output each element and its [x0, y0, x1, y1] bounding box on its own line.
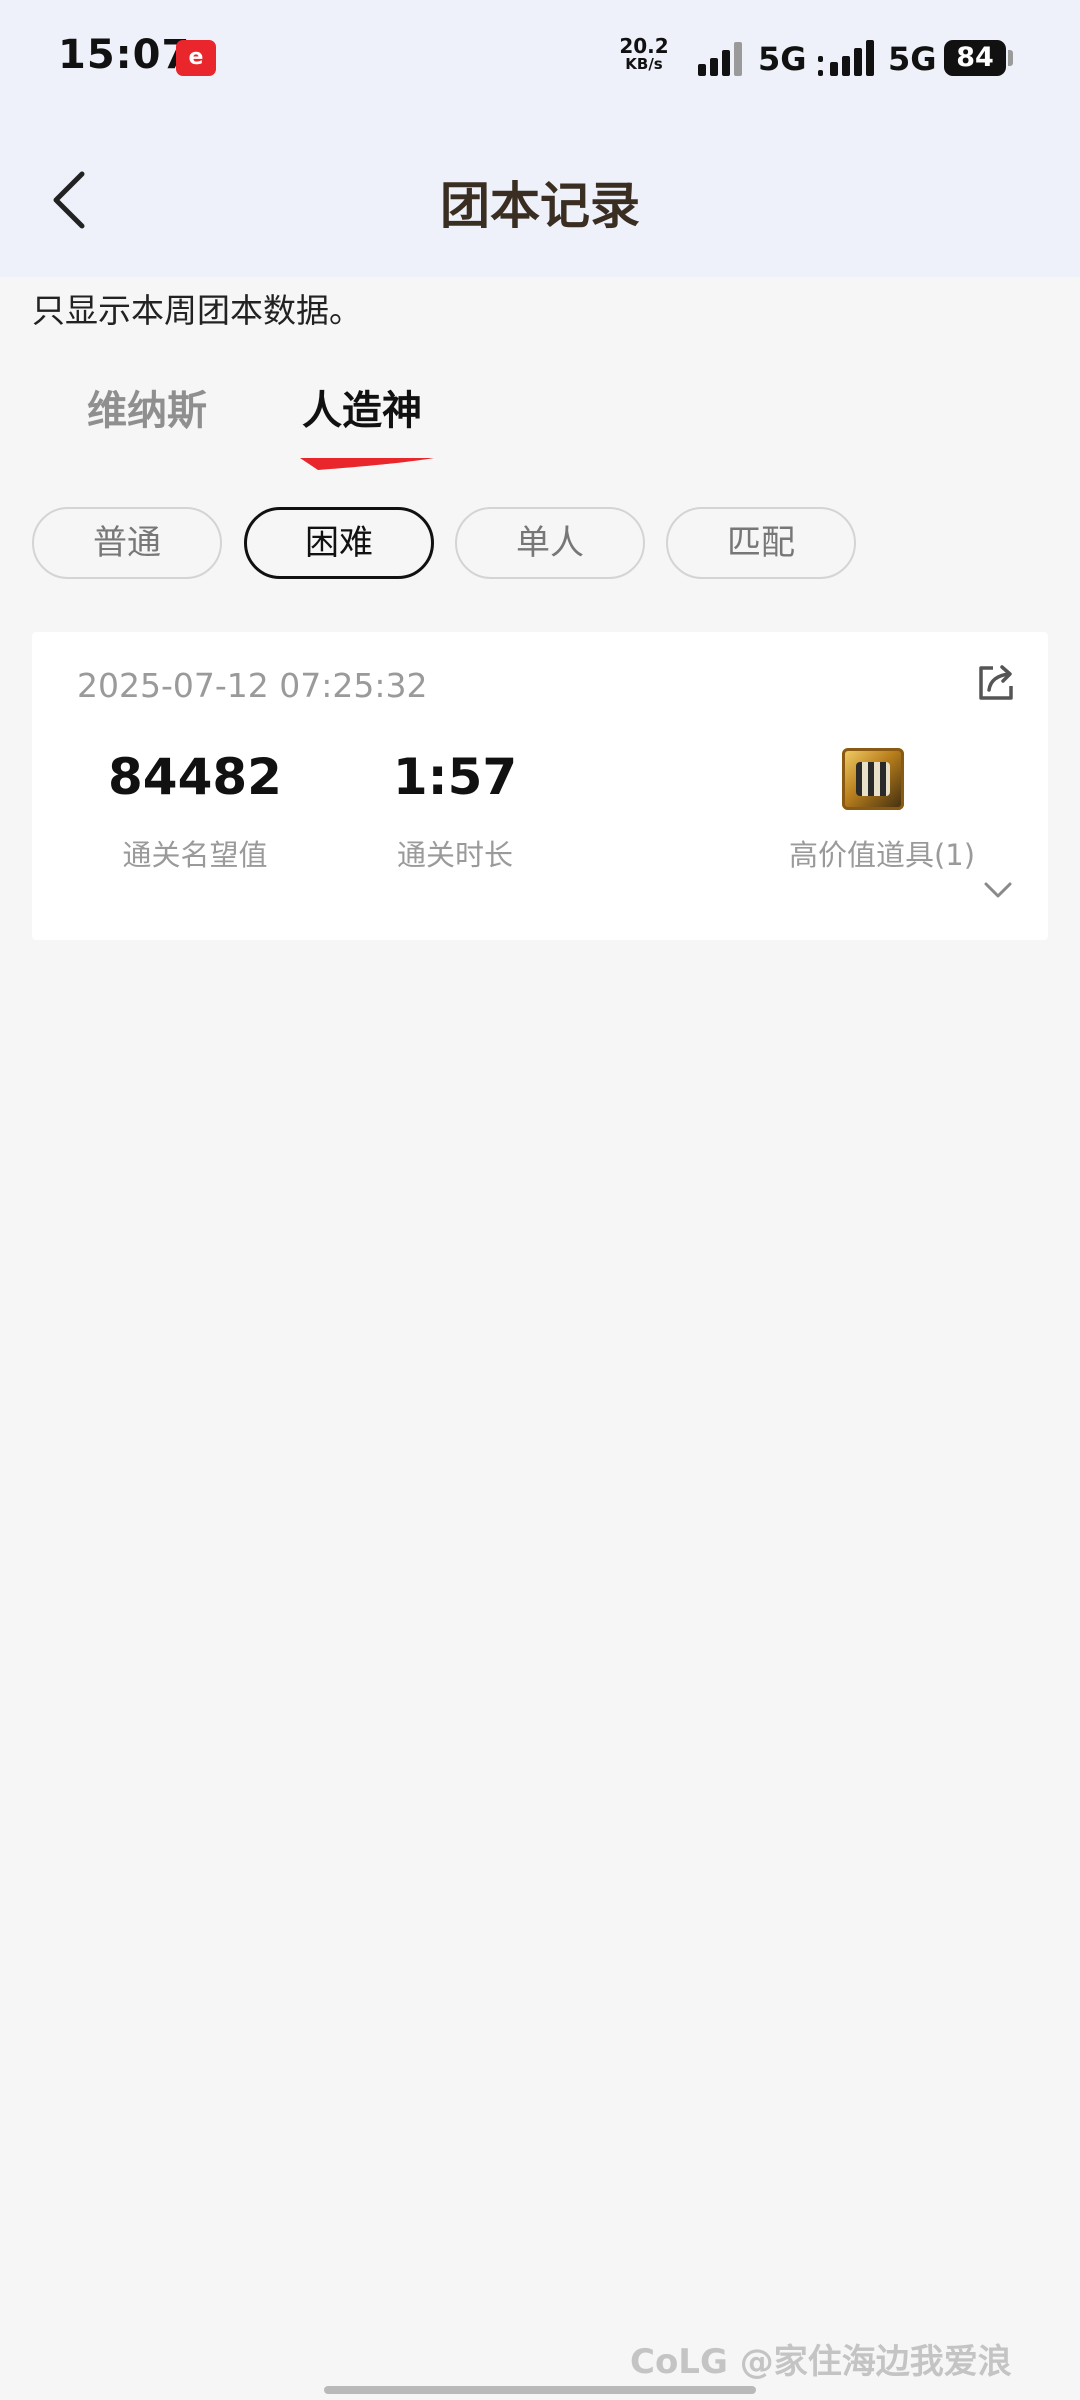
- page-title: 团本记录: [440, 177, 640, 235]
- treasure-item-icon[interactable]: [842, 748, 904, 810]
- battery-tip: [1008, 50, 1013, 66]
- tab-apostle[interactable]: 人造神: [302, 378, 422, 436]
- network-type-2: 5G: [888, 40, 937, 78]
- filter-hard[interactable]: 困难: [244, 507, 434, 579]
- reputation-value: 84482: [108, 748, 282, 806]
- record-timestamp: 2025-07-12 07:25:32: [77, 666, 428, 705]
- signal-strength-icon-2: [818, 40, 888, 76]
- duration-value: 1:57: [392, 748, 518, 806]
- filter-match[interactable]: 匹配: [666, 507, 856, 579]
- expand-button[interactable]: [980, 872, 1016, 908]
- watermark: CoLG @家住海边我爱浪: [630, 2342, 1012, 2382]
- network-speed-unit: KB/s: [625, 55, 663, 73]
- home-indicator[interactable]: [324, 2386, 756, 2394]
- chevron-down-icon: [984, 882, 1012, 898]
- network-speed: 20.2 KB/s: [614, 36, 674, 73]
- network-speed-value: 20.2: [619, 34, 669, 58]
- share-button[interactable]: [975, 660, 1019, 704]
- high-value-items-label: 高价值道具(1): [788, 838, 976, 872]
- share-icon: [979, 665, 1013, 700]
- signal-strength-icon: [698, 40, 756, 76]
- weekly-notice: 只显示本周团本数据。: [32, 291, 362, 330]
- raid-tabs: 维纳斯 人造神: [0, 378, 1080, 478]
- active-tab-indicator: [300, 458, 434, 470]
- reputation-label: 通关名望值: [122, 838, 268, 872]
- battery-icon: 84: [944, 40, 1006, 76]
- tab-venus[interactable]: 维纳斯: [87, 378, 207, 436]
- top-bar: 15:07 e 20.2 KB/s 5G 5G 84 团本记录: [0, 0, 1080, 277]
- duration-label: 通关时长: [396, 838, 513, 872]
- filter-normal[interactable]: 普通: [32, 507, 222, 579]
- network-type-1: 5G: [758, 40, 807, 78]
- app-notification-icon: e: [176, 40, 216, 76]
- status-time: 15:07: [58, 32, 191, 78]
- filter-solo[interactable]: 单人: [455, 507, 645, 579]
- raid-record-card[interactable]: 2025-07-12 07:25:32 84482 通关名望值 1:57 通关时…: [32, 632, 1048, 940]
